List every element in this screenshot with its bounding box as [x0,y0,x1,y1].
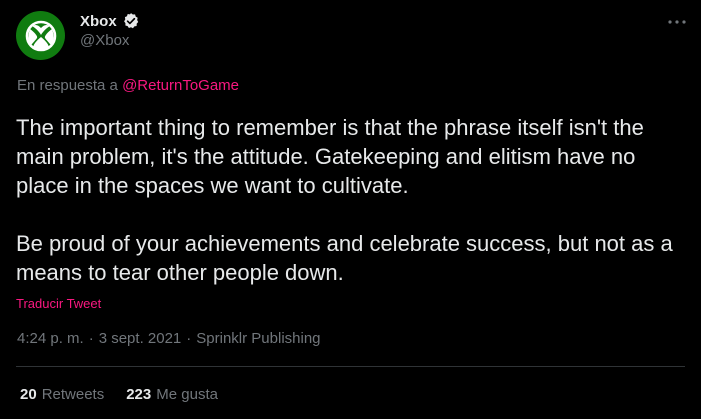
likes-count: 223 [126,386,152,403]
tweet-stats: 20 Retweets 223 Me gusta [20,386,218,403]
tweet-source[interactable]: Sprinklr Publishing [196,330,320,347]
xbox-logo-icon [25,20,56,51]
reply-context: En respuesta a @ReturnToGame [17,77,239,94]
tweet-text: The important thing to remember is that … [16,115,673,285]
avatar[interactable] [16,11,65,60]
retweets-stat[interactable]: 20 Retweets [20,386,104,403]
translate-tweet-link[interactable]: Traducir Tweet [16,296,101,311]
retweets-count: 20 [20,386,37,403]
tweet-time[interactable]: 4:24 p. m. [17,330,84,347]
tweet-detail: Xbox @Xbox En respuesta a @ReturnToGame … [0,0,701,419]
meta-separator: · [186,330,192,347]
reply-mention-link[interactable]: @ReturnToGame [122,77,239,94]
likes-stat[interactable]: 223 Me gusta [126,386,218,403]
meta-separator: · [88,330,94,347]
reply-prefix: En respuesta a [17,77,118,94]
verified-badge-icon [122,12,140,30]
tweet-date[interactable]: 3 sept. 2021 [99,330,182,347]
likes-label: Me gusta [156,386,218,403]
divider [16,366,685,367]
author-handle[interactable]: @Xbox [80,32,129,49]
author-name-row: Xbox [80,11,140,31]
tweet-meta: 4:24 p. m. · 3 sept. 2021 · Sprinklr Pub… [17,330,321,347]
more-options-icon[interactable] [665,12,689,32]
retweets-label: Retweets [41,386,105,403]
author-display-name[interactable]: Xbox [80,13,117,30]
